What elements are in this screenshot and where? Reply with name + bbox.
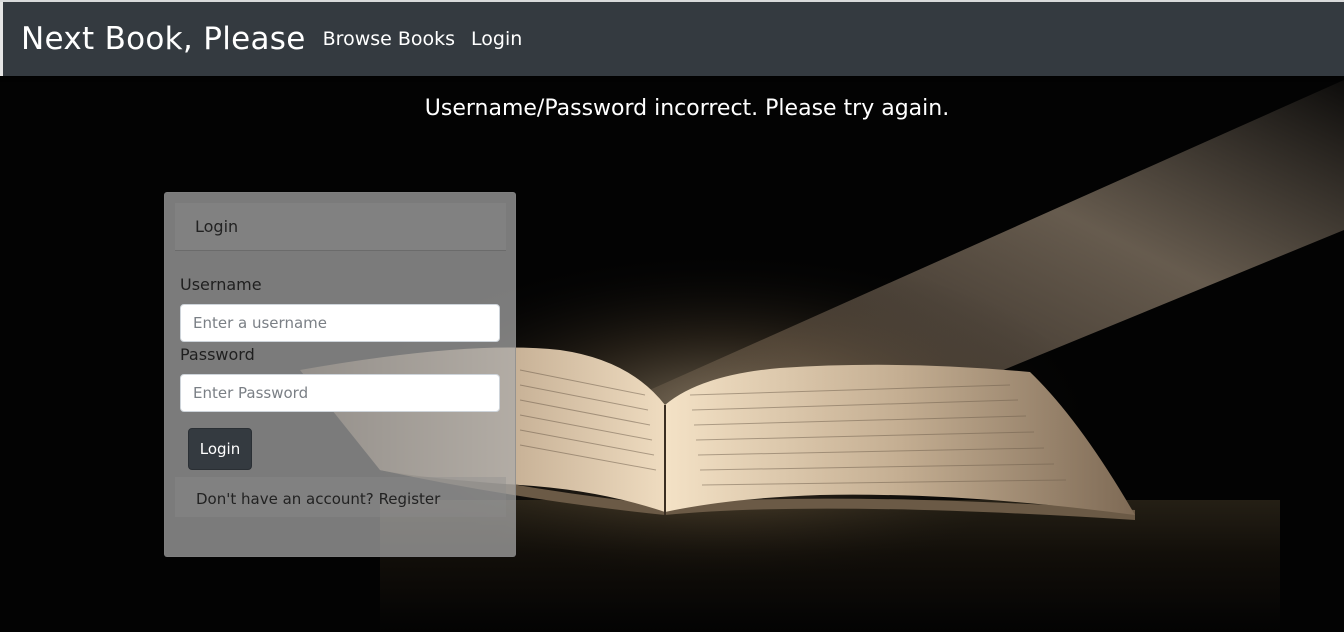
- register-prompt: Don't have an account? Register: [196, 489, 440, 509]
- register-prompt-text: Don't have an account?: [196, 490, 374, 508]
- login-submit-button[interactable]: Login: [188, 428, 252, 470]
- password-label: Password: [180, 345, 255, 364]
- username-input[interactable]: [180, 304, 500, 342]
- register-link[interactable]: Register: [379, 490, 441, 508]
- error-message: Username/Password incorrect. Please try …: [424, 96, 950, 121]
- login-page: Next Book, Please Browse Books Login Use…: [0, 0, 1344, 632]
- card-title: Login: [195, 217, 239, 236]
- password-input[interactable]: [180, 374, 500, 412]
- login-card: Login Username Password Login Don't have…: [164, 192, 516, 557]
- brand-link[interactable]: Next Book, Please: [21, 23, 306, 55]
- nav-link-login[interactable]: Login: [471, 29, 522, 49]
- username-label: Username: [180, 275, 262, 294]
- nav-link-browse-books[interactable]: Browse Books: [323, 29, 455, 49]
- card-header: Login: [175, 203, 506, 251]
- top-navbar: Next Book, Please Browse Books Login: [0, 0, 1344, 76]
